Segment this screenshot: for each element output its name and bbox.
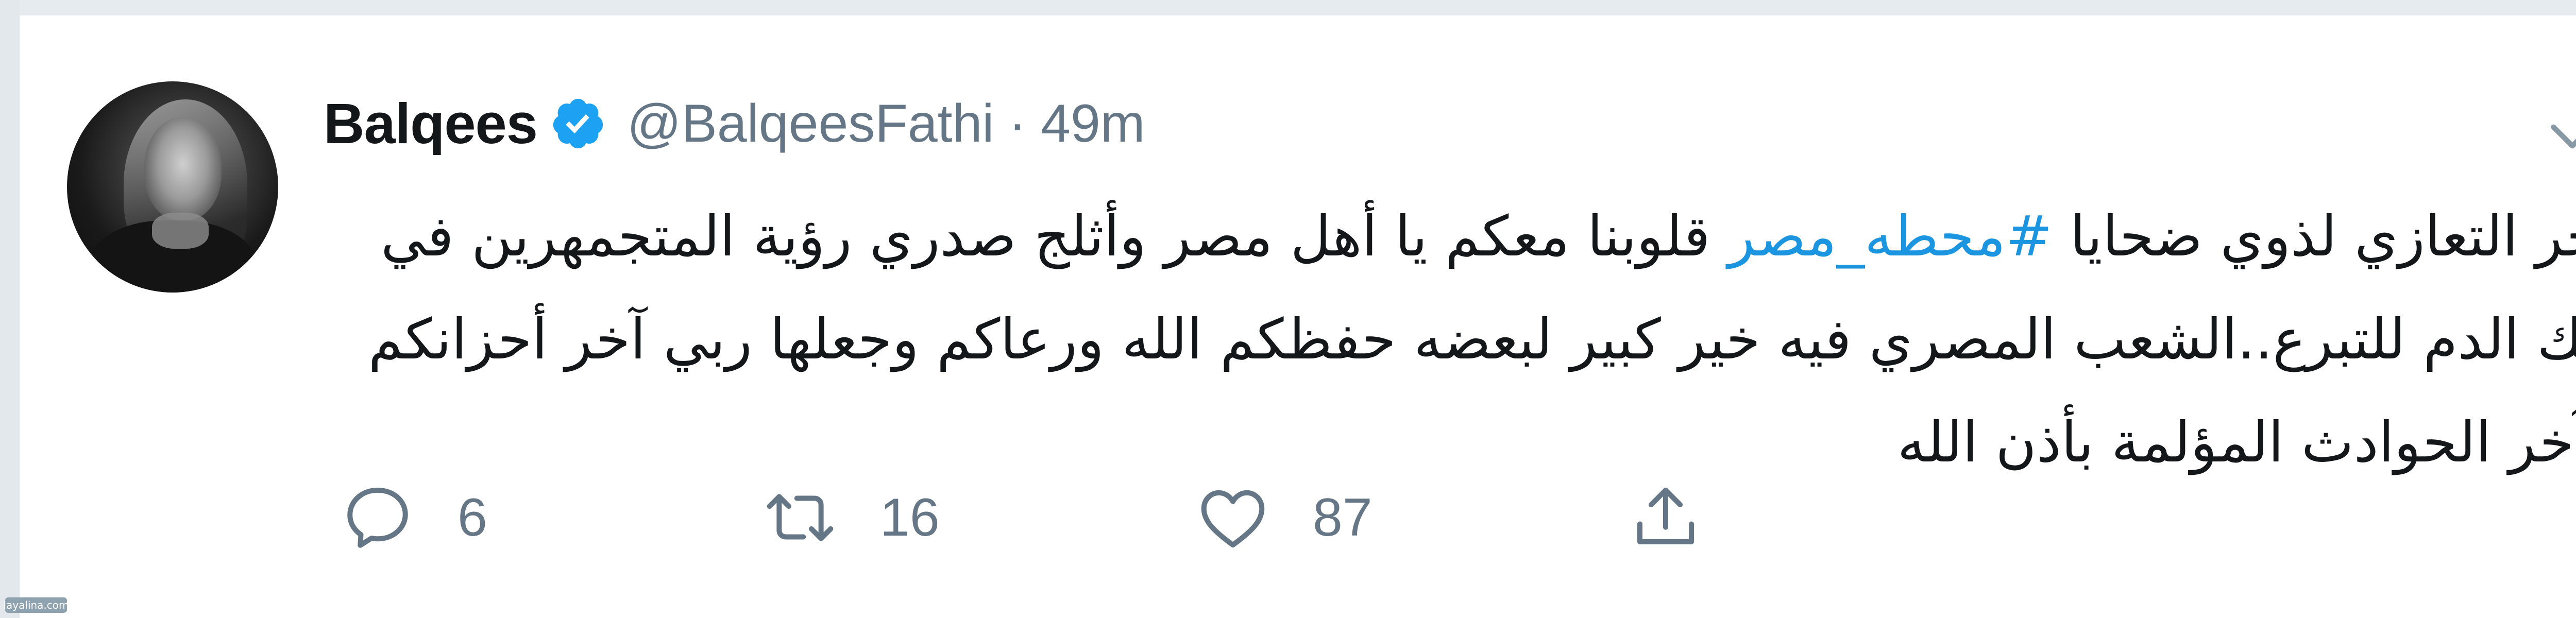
chevron-down-icon[interactable]	[2544, 108, 2576, 165]
avatar[interactable]	[67, 81, 278, 293]
page-left-edge	[0, 0, 20, 618]
reply-icon	[347, 487, 408, 548]
hashtag-link[interactable]: #محطه_مصر	[1728, 204, 2053, 269]
reply-button[interactable]: 6	[339, 479, 487, 556]
retweet-icon	[767, 494, 834, 541]
meta-separator: ·	[1008, 93, 1027, 153]
watermark: layalina.com	[3, 597, 69, 613]
author-handle[interactable]: @BalqeesFathi	[627, 93, 994, 154]
share-button[interactable]	[1627, 479, 1704, 556]
tweet-text: احر التعازي لذوي ضحايا #محطه_مصر قلوبنا …	[349, 185, 2576, 494]
reply-count: 6	[457, 487, 487, 547]
verified-badge-icon	[553, 98, 603, 149]
like-button[interactable]: 87	[1194, 479, 1372, 556]
avatar-face	[144, 117, 222, 220]
page-top-edge	[0, 0, 2576, 15]
tweet-actions: 6 16 87	[339, 479, 1885, 556]
retweet-button[interactable]: 16	[761, 479, 940, 556]
tweet-text-part: احر التعازي لذوي ضحايا	[2052, 204, 2576, 269]
avatar-hand	[152, 213, 209, 249]
tweet-timestamp[interactable]: 49m	[1041, 93, 1145, 154]
like-count: 87	[1313, 487, 1372, 547]
heart-icon	[1201, 490, 1265, 548]
author-name[interactable]: Balqees	[324, 91, 538, 157]
tweet-card[interactable]: Balqees @BalqeesFathi · 49m احر التعازي …	[20, 15, 2576, 618]
share-icon	[1637, 487, 1694, 544]
retweet-count: 16	[880, 487, 940, 547]
tweet-header: Balqees @BalqeesFathi · 49m	[324, 91, 1145, 157]
